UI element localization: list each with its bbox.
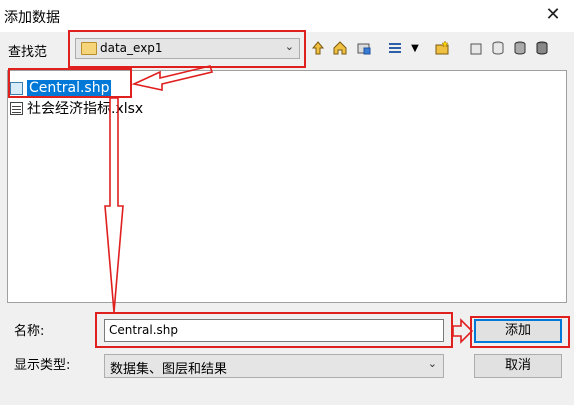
table-icon <box>10 101 23 115</box>
type-value: 数据集、图层和结果 <box>110 362 228 377</box>
type-label: 显示类型: <box>14 358 71 373</box>
add-button[interactable]: 添加 <box>474 319 562 343</box>
database-icon-3[interactable] <box>510 38 530 58</box>
connect-folder-icon[interactable] <box>354 38 374 58</box>
file-name: Central.shp <box>27 80 112 96</box>
annotation-arrow-name-to-add <box>452 318 474 344</box>
view-dropdown-icon[interactable]: ▼ <box>405 38 425 58</box>
name-label: 名称: <box>14 324 45 339</box>
lookin-value: data_exp1 <box>100 41 163 55</box>
home-icon[interactable] <box>330 38 350 58</box>
shapefile-icon <box>10 81 23 95</box>
database-icon-1[interactable] <box>466 38 486 58</box>
chevron-down-icon: ⌄ <box>427 357 437 370</box>
type-dropdown[interactable]: 数据集、图层和结果 ⌄ <box>104 354 444 378</box>
name-input[interactable]: Central.shp <box>104 319 444 342</box>
database-icon-4[interactable] <box>532 38 552 58</box>
lookin-dropdown[interactable]: data_exp1 ⌄ <box>75 38 300 59</box>
file-list[interactable]: Central.shp 社会经济指标.xlsx <box>7 70 567 303</box>
chevron-down-icon: ⌄ <box>284 40 294 53</box>
lookin-label: 查找范 <box>8 45 48 60</box>
list-item[interactable]: Central.shp <box>10 79 112 97</box>
close-button[interactable]: ✕ <box>538 2 568 28</box>
dialog-title: 添加数据 <box>4 10 60 26</box>
database-icon-2[interactable] <box>488 38 508 58</box>
folder-up-icon[interactable] <box>308 38 328 58</box>
list-item[interactable]: 社会经济指标.xlsx <box>10 99 143 117</box>
file-name: 社会经济指标.xlsx <box>27 101 144 117</box>
cancel-button[interactable]: 取消 <box>474 354 562 378</box>
folder-icon <box>81 42 97 55</box>
view-list-icon[interactable] <box>385 38 405 58</box>
title-bar <box>0 0 574 32</box>
new-folder-icon[interactable] <box>432 38 452 58</box>
